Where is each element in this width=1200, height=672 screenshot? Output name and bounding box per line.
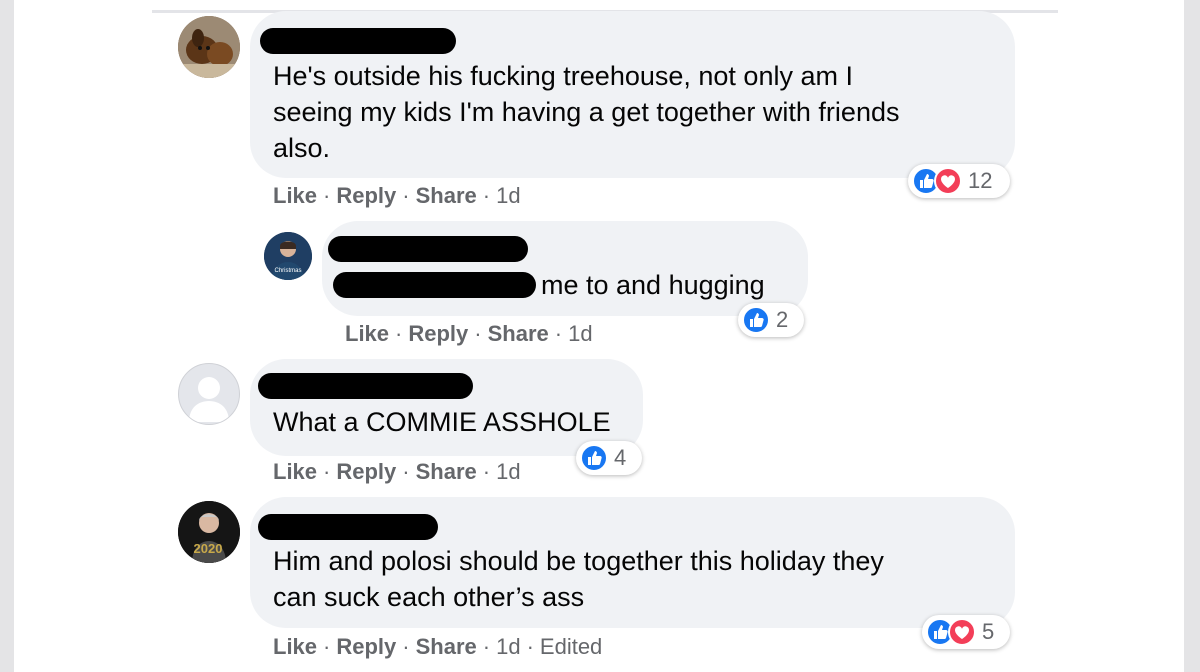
comment-actions: Like · Reply · Share · 1d — [273, 183, 521, 208]
timestamp[interactable]: 1d — [496, 634, 520, 659]
redacted-author-name — [258, 373, 473, 399]
comment-actions: Like · Reply · Share · 1d — [273, 459, 521, 484]
default-profile-icon — [189, 377, 229, 422]
share-button[interactable]: Share — [416, 634, 477, 659]
like-reaction-icon — [580, 444, 608, 472]
comment-text: me to and hugging — [541, 270, 765, 300]
like-button[interactable]: Like — [345, 321, 389, 346]
reaction-summary[interactable]: 5 — [922, 615, 1010, 649]
comment-bubble: Him and polosi should be together this h… — [250, 497, 1015, 628]
right-frame — [1184, 0, 1200, 672]
redacted-author-name — [328, 236, 528, 262]
like-reaction-icon — [742, 306, 770, 334]
comment-text-line: He's outside his fucking treehouse, not … — [273, 61, 853, 91]
like-button[interactable]: Like — [273, 634, 317, 659]
redacted-mention — [333, 272, 536, 298]
person-photo-icon: 2020 — [178, 501, 240, 563]
svg-text:2020: 2020 — [194, 541, 223, 556]
reaction-count: 12 — [968, 168, 993, 193]
reaction-count: 5 — [982, 619, 995, 644]
comment-text-line: seeing my kids I'm having a get together… — [273, 97, 900, 127]
comment-text-line: also. — [273, 133, 331, 163]
reaction-count: 4 — [614, 445, 627, 470]
left-frame — [0, 0, 14, 672]
reaction-summary[interactable]: 12 — [908, 164, 1010, 198]
dog-photo-icon — [178, 16, 240, 78]
reply-button[interactable]: Reply — [336, 459, 396, 484]
reply-button[interactable]: Reply — [408, 321, 468, 346]
timestamp[interactable]: 1d — [568, 321, 592, 346]
comment-actions: Like · Reply · Share · 1d — [345, 321, 593, 346]
timestamp[interactable]: 1d — [496, 183, 520, 208]
person-photo-icon: Christmas — [264, 232, 312, 280]
love-reaction-icon — [934, 167, 962, 195]
edited-label[interactable]: Edited — [540, 634, 602, 659]
comment-text-line: can suck each other’s ass — [273, 582, 585, 612]
redacted-author-name — [260, 28, 456, 54]
reaction-summary[interactable]: 4 — [576, 441, 642, 475]
avatar[interactable] — [178, 16, 240, 78]
share-button[interactable]: Share — [488, 321, 549, 346]
timestamp[interactable]: 1d — [496, 459, 520, 484]
avatar[interactable]: 2020 — [178, 501, 240, 563]
reply-bubble: me to and hugging — [322, 221, 808, 316]
comment-bubble: He's outside his fucking treehouse, not … — [250, 11, 1015, 178]
share-button[interactable]: Share — [416, 459, 477, 484]
svg-text:Christmas: Christmas — [274, 268, 301, 274]
avatar[interactable]: Christmas — [264, 232, 312, 280]
comment-text-line: Him and polosi should be together this h… — [273, 546, 884, 576]
like-button[interactable]: Like — [273, 183, 317, 208]
avatar[interactable] — [178, 363, 240, 425]
redacted-author-name — [258, 514, 438, 540]
comment-actions: Like · Reply · Share · 1d · Edited — [273, 634, 603, 659]
comment-text: What a COMMIE ASSHOLE — [273, 407, 611, 437]
love-reaction-icon — [948, 618, 976, 646]
reply-button[interactable]: Reply — [336, 634, 396, 659]
like-button[interactable]: Like — [273, 459, 317, 484]
reaction-count: 2 — [776, 307, 789, 332]
share-button[interactable]: Share — [416, 183, 477, 208]
reaction-summary[interactable]: 2 — [738, 303, 804, 337]
reply-button[interactable]: Reply — [336, 183, 396, 208]
comment-bubble: What a COMMIE ASSHOLE — [250, 359, 643, 456]
